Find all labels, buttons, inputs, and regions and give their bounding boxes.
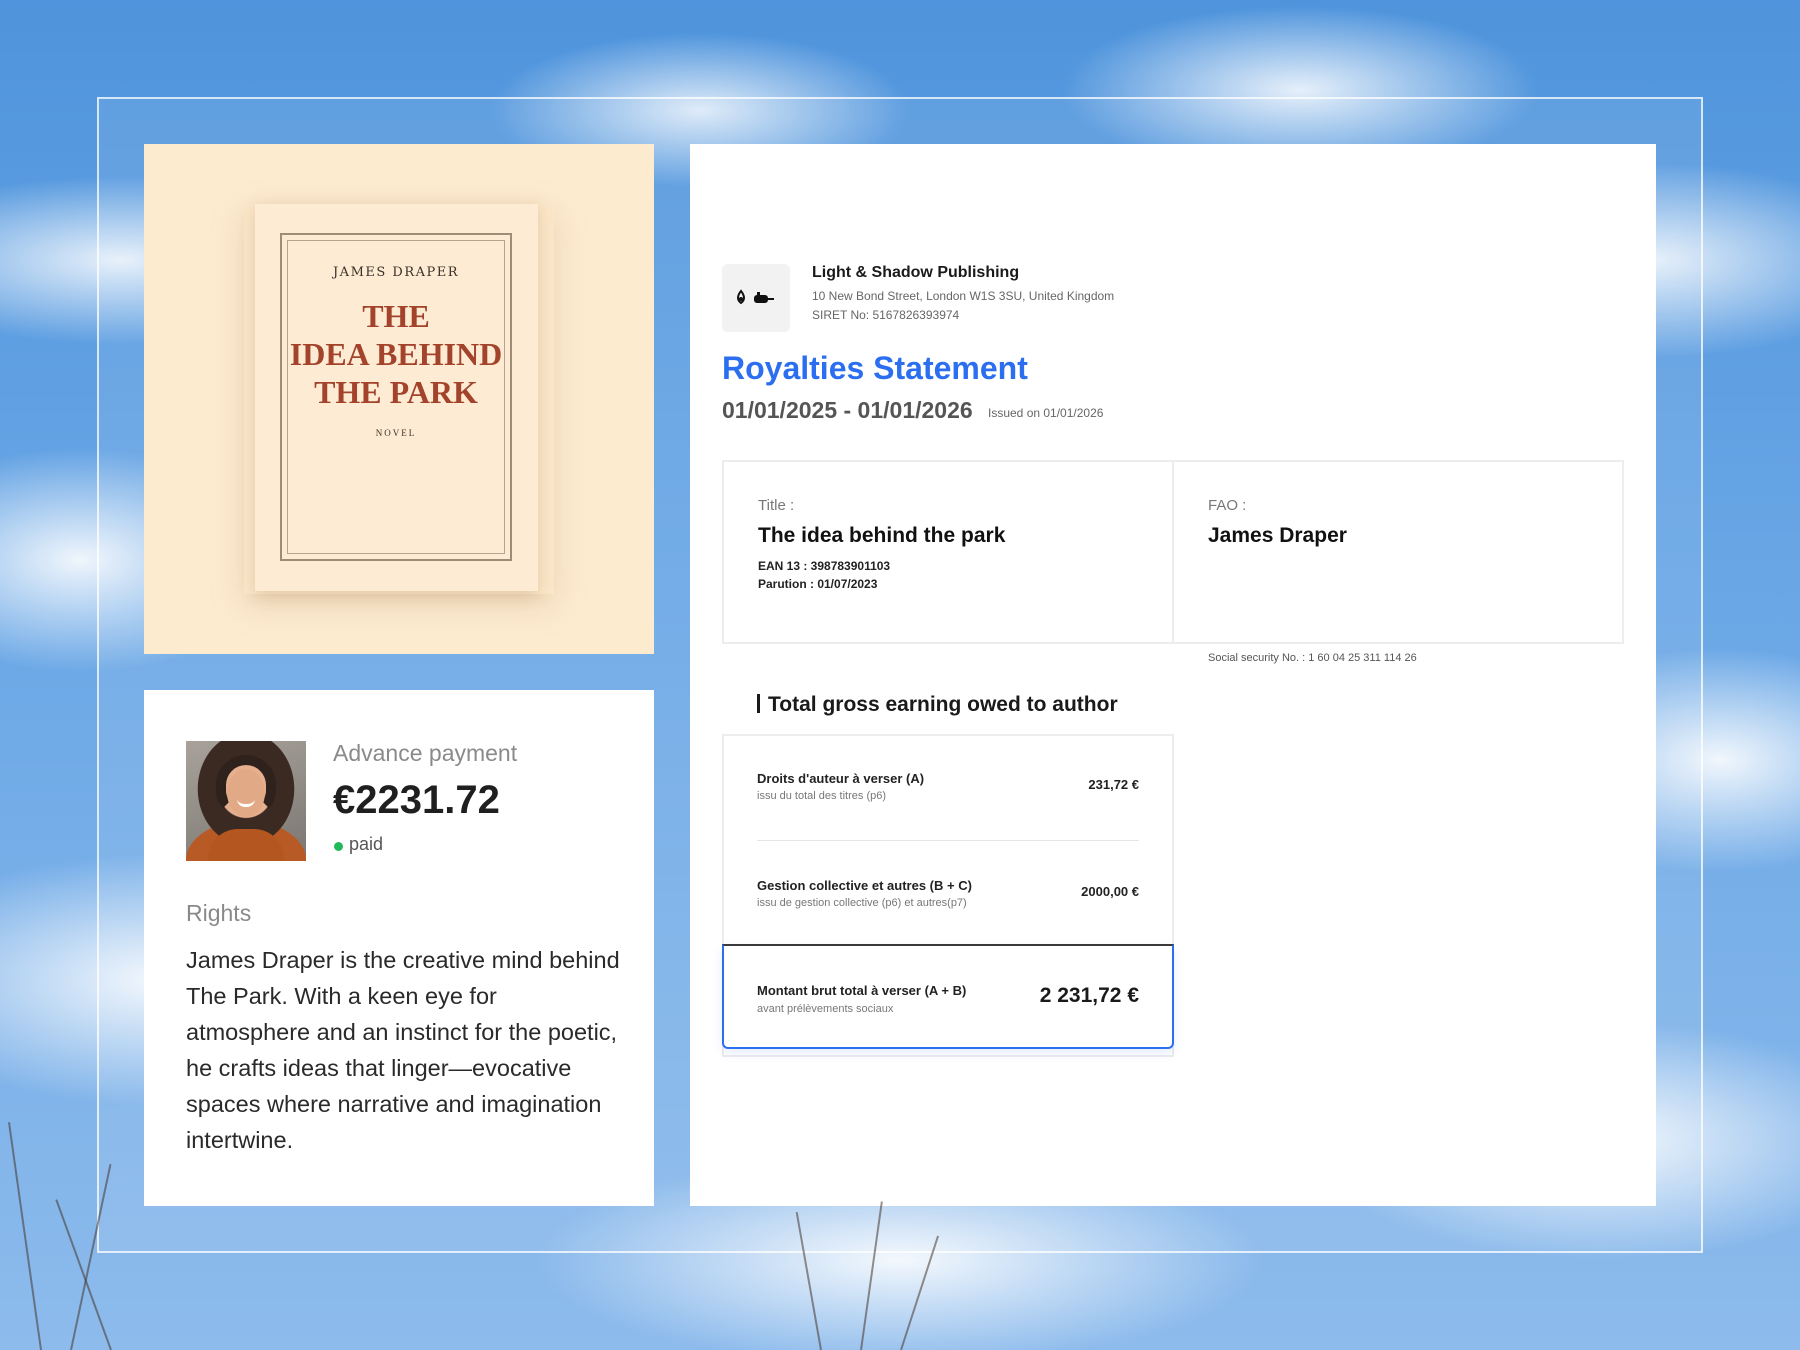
- book-cover-border: JAMES DRAPER THE IDEA BEHIND THE PARK NO…: [280, 233, 512, 561]
- statement-period: 01/01/2025 - 01/01/2026: [722, 397, 973, 423]
- earnings-row: Droits d'auteur à verser (A) issu du tot…: [757, 771, 1139, 802]
- publisher-name: Light & Shadow Publishing: [812, 264, 1020, 281]
- statement-title: Royalties Statement: [722, 350, 1028, 386]
- statement-issued-date: Issued on 01/01/2026: [988, 406, 1104, 420]
- book-genre: NOVEL: [375, 428, 417, 438]
- social-security-number: Social security No. : 1 60 04 25 311 114…: [1208, 652, 1417, 664]
- status-dot-icon: [334, 842, 343, 851]
- earnings-total-amount: 2 231,72 €: [1039, 984, 1139, 1007]
- title-card-parution: Parution : 01/07/2023: [758, 577, 878, 591]
- rights-description: James Draper is the creative mind behind…: [186, 947, 620, 1153]
- rights-label: Rights: [186, 900, 252, 926]
- fao-card: FAO : James Draper: [1172, 460, 1624, 644]
- earnings-heading-text: Total gross earning owed to author: [768, 693, 1118, 716]
- earnings-divider: [757, 840, 1139, 841]
- earnings-total-sub: avant prélèvements sociaux: [757, 1003, 894, 1015]
- publisher-logo-icon: [722, 264, 790, 332]
- book-cover-panel: JAMES DRAPER THE IDEA BEHIND THE PARK NO…: [144, 144, 654, 654]
- title-card-ean: EAN 13 : 398783901103: [758, 559, 891, 573]
- earnings-row-amount: 231,72 €: [1088, 777, 1139, 792]
- publisher-address: 10 New Bond Street, London W1S 3SU, Unit…: [812, 289, 1115, 303]
- fao-card-label: FAO :: [1208, 497, 1247, 514]
- fao-card-value: James Draper: [1208, 524, 1347, 547]
- earnings-row: Gestion collective et autres (B + C) iss…: [757, 878, 1139, 909]
- earnings-total-row: Montant brut total à verser (A + B) avan…: [722, 944, 1174, 1049]
- earnings-total-label: Montant brut total à verser (A + B): [757, 983, 967, 998]
- title-card-label: Title :: [758, 497, 795, 514]
- title-card: Title : The idea behind the park EAN 13 …: [722, 460, 1174, 644]
- advance-payment-amount: €2231.72: [333, 778, 500, 822]
- earnings-row-sub: issu du total des titres (p6): [757, 790, 887, 802]
- book-title: THE IDEA BEHIND THE PARK: [289, 298, 503, 410]
- avatar-sweater: [208, 829, 284, 861]
- earnings-heading: Total gross earning owed to author: [757, 693, 1118, 717]
- publisher-siret: SIRET No: 5167826393974: [812, 308, 960, 322]
- heading-bar-icon: [757, 694, 760, 713]
- avatar-face: [227, 769, 265, 817]
- earnings-box: Droits d'auteur à verser (A) issu du tot…: [722, 734, 1174, 1057]
- book-cover: JAMES DRAPER THE IDEA BEHIND THE PARK NO…: [255, 204, 538, 591]
- author-avatar: [186, 741, 306, 861]
- title-card-value: The idea behind the park: [758, 524, 1006, 547]
- earnings-row-label: Droits d'auteur à verser (A): [757, 771, 925, 786]
- earnings-row-amount: 2000,00 €: [1081, 884, 1139, 899]
- author-panel: Advance payment €2231.72 paid Rights Jam…: [144, 690, 654, 1206]
- book-author: JAMES DRAPER: [332, 265, 460, 280]
- tree-branch-icon: [7, 1122, 42, 1350]
- logo-mark-icon: [737, 289, 774, 305]
- royalties-statement: Light & Shadow Publishing 10 New Bond St…: [690, 144, 1656, 1206]
- payment-status: paid: [349, 834, 384, 854]
- advance-payment-label: Advance payment: [333, 740, 518, 766]
